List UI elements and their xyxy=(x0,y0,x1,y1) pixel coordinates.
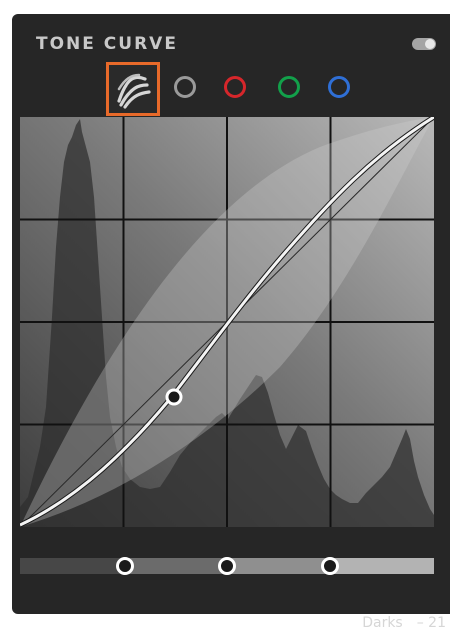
split-handle-lights-highlights[interactable] xyxy=(321,557,339,575)
curve-control-point[interactable] xyxy=(165,388,183,406)
channel-selector xyxy=(12,62,450,118)
split-handle-shadows-darks[interactable] xyxy=(116,557,134,575)
rgb-point-curve-button[interactable] xyxy=(174,76,196,98)
green-channel-button[interactable] xyxy=(278,76,300,98)
region-name: Darks xyxy=(362,615,403,631)
blue-channel-button[interactable] xyxy=(328,76,350,98)
panel-enable-toggle[interactable] xyxy=(412,38,436,50)
red-channel-button[interactable] xyxy=(224,76,246,98)
curve-canvas xyxy=(20,117,434,527)
panel-title: TONE CURVE xyxy=(36,34,178,54)
parametric-curve-icon xyxy=(117,73,151,109)
split-handle-darks-lights[interactable] xyxy=(218,557,236,575)
toggle-knob xyxy=(425,39,435,49)
region-readout: Darks – 21 xyxy=(20,615,446,631)
region-value: – 21 xyxy=(416,615,446,631)
region-split-slider[interactable] xyxy=(20,557,434,575)
parametric-curve-button[interactable] xyxy=(106,62,160,116)
tone-curve-graph[interactable]: Darks – 21 xyxy=(20,117,446,631)
